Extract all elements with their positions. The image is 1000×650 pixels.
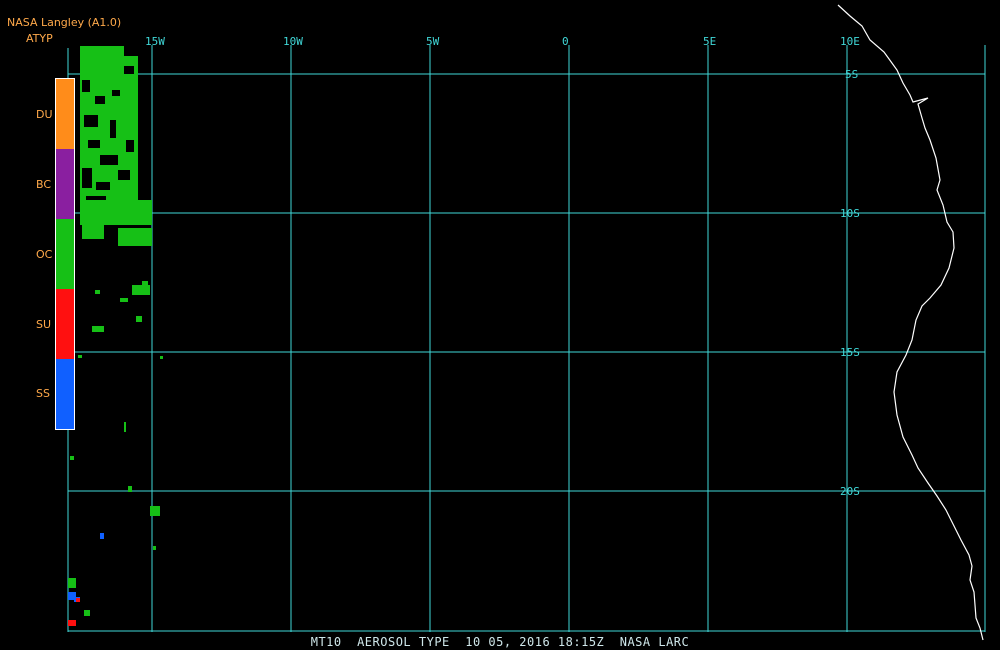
lon-label: 15W xyxy=(145,35,165,48)
aerosol-type-legend xyxy=(55,78,75,430)
legend-swatch-su xyxy=(56,289,74,359)
latitude-labels: 5S 10S 15S 20S xyxy=(840,68,860,498)
header-title: NASA Langley (A1.0) xyxy=(7,16,122,29)
oc-swath xyxy=(120,298,128,302)
lon-label: 10E xyxy=(840,35,860,48)
aerosol-map: 15W 10W 5W 0 5E 10E 5S 10S 15S 20S xyxy=(67,4,986,641)
legend-label-du: DU xyxy=(36,108,53,121)
oc-swath xyxy=(142,281,148,287)
oc-swath xyxy=(70,456,74,460)
lon-label: 5W xyxy=(426,35,440,48)
oc-swath xyxy=(95,290,100,294)
oc-swath xyxy=(150,506,160,516)
legend-swatch-oc xyxy=(56,219,74,289)
oc-swath xyxy=(82,225,104,239)
lat-lon-grid xyxy=(67,45,986,632)
legend-swatch-bc xyxy=(56,149,74,219)
oc-swath xyxy=(160,356,163,359)
legend-label-ss: SS xyxy=(36,387,50,400)
lon-label: 0 xyxy=(562,35,569,48)
africa-coastline xyxy=(837,4,984,641)
oc-swath xyxy=(80,200,152,225)
map-footer: MT10 AEROSOL TYPE 10 05, 2016 18:15Z NAS… xyxy=(310,635,690,649)
lat-label: 15S xyxy=(840,346,860,359)
oc-swath xyxy=(84,610,90,616)
legend-label-bc: BC xyxy=(36,178,52,191)
legend-label-oc: OC xyxy=(36,248,53,261)
oc-swath xyxy=(136,316,142,322)
oc-swath xyxy=(124,422,126,432)
lon-label: 10W xyxy=(283,35,303,48)
oc-swath xyxy=(153,546,156,550)
legend-swatch-ss xyxy=(56,359,74,429)
aerosol-data-swath xyxy=(68,46,163,626)
oc-swath xyxy=(128,486,132,492)
lon-label: 5E xyxy=(703,35,716,48)
oc-swath xyxy=(118,228,152,246)
oc-swath xyxy=(68,578,76,588)
ss-swath xyxy=(100,533,104,539)
legend-swatch-du xyxy=(56,79,74,149)
oc-swath xyxy=(92,326,104,332)
header-product: ATYP xyxy=(26,32,53,45)
su-swath xyxy=(68,620,76,626)
legend-label-su: SU xyxy=(36,318,52,331)
oc-swath xyxy=(78,355,82,358)
lat-label: 20S xyxy=(840,485,860,498)
su-swath xyxy=(76,598,80,602)
oc-swath xyxy=(80,46,124,56)
lat-label: 10S xyxy=(840,207,860,220)
longitude-labels: 15W 10W 5W 0 5E 10E xyxy=(145,35,860,48)
lat-label: 5S xyxy=(845,68,858,81)
